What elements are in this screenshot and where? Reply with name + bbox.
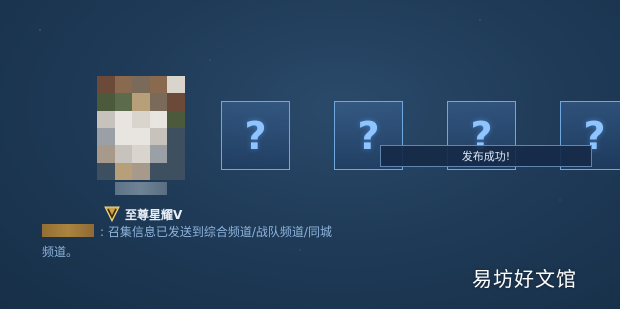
player-avatar-pixelated[interactable]	[97, 76, 185, 180]
avatar-pixel	[167, 145, 185, 163]
avatar-pixel	[149, 128, 168, 146]
avatar-pixel	[149, 110, 168, 128]
avatar-pixel	[114, 145, 133, 163]
watermark: 易坊好文馆	[472, 267, 577, 291]
player-name-blurred	[115, 182, 167, 195]
publish-success-toast: 发布成功!	[380, 145, 592, 167]
rank-badge: 至尊星耀V	[103, 204, 182, 224]
chat-sender-name-blurred	[42, 224, 94, 237]
avatar-pixel	[167, 76, 185, 94]
avatar-pixel	[167, 110, 185, 128]
chat-message-line-2: 频道。	[42, 245, 79, 259]
avatar-pixel	[114, 93, 133, 111]
avatar-pixel	[149, 145, 168, 163]
avatar-pixel	[167, 128, 185, 146]
rank-label: 至尊星耀V	[125, 207, 183, 222]
avatar-pixel	[97, 76, 115, 94]
avatar-pixel	[97, 145, 115, 163]
avatar-pixel	[149, 162, 168, 180]
rank-v-shield-icon	[104, 206, 120, 223]
avatar-pixel	[149, 76, 168, 94]
avatar-pixel	[132, 93, 150, 111]
avatar-pixel	[114, 76, 133, 94]
avatar-pixel	[132, 110, 150, 128]
avatar-pixel	[114, 110, 133, 128]
avatar-pixel	[167, 93, 185, 111]
avatar-pixel	[97, 93, 115, 111]
chat-message-line-1: : 召集信息已发送到综合频道/战队频道/同城	[100, 225, 332, 239]
empty-team-slot-1[interactable]: ?	[221, 101, 290, 170]
avatar-pixel	[132, 128, 150, 146]
question-mark-icon: ?	[244, 113, 267, 158]
avatar-pixel	[132, 76, 150, 94]
avatar-pixel	[97, 110, 115, 128]
avatar-pixel	[114, 162, 133, 180]
avatar-pixel	[149, 93, 168, 111]
toast-text: 发布成功!	[461, 150, 511, 163]
avatar-pixel	[132, 162, 150, 180]
avatar-pixel	[97, 162, 115, 180]
avatar-pixel	[97, 128, 115, 146]
avatar-pixel	[132, 145, 150, 163]
avatar-pixel	[167, 162, 185, 180]
question-mark-icon: ?	[357, 113, 380, 158]
avatar-pixel	[114, 128, 133, 146]
